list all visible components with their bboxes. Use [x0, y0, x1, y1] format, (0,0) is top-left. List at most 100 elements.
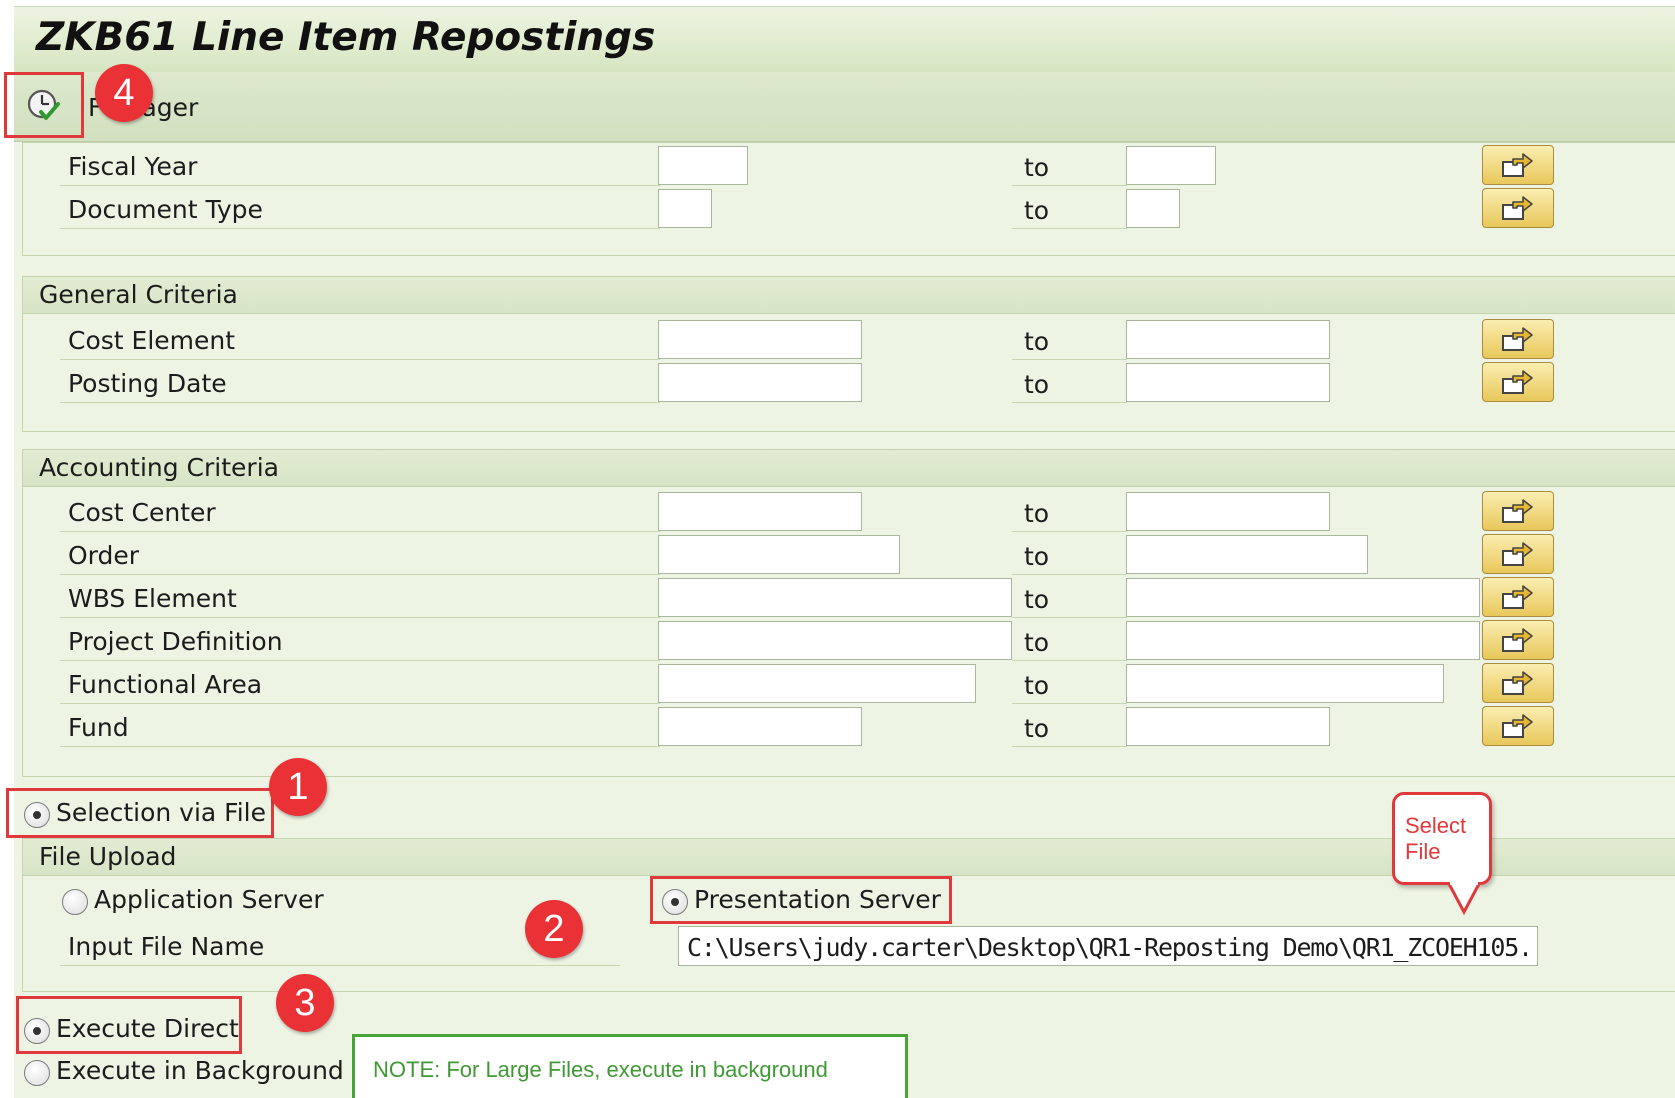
multiple-selection-arrow-icon: [1502, 671, 1533, 695]
multiple-selection-arrow-icon: [1502, 327, 1533, 351]
multiple-selection-arrow-icon: [1502, 714, 1533, 738]
to-label-row: to: [1012, 578, 1127, 618]
document-type-multiple-selection-button[interactable]: [1482, 188, 1554, 228]
highlight-execute-direct: [16, 996, 242, 1054]
order-to-field[interactable]: [1126, 535, 1368, 574]
step-3-badge: 3: [276, 974, 334, 1032]
multiple-selection-arrow-icon: [1502, 196, 1533, 220]
title-bar: ZKB61 Line Item Repostings: [14, 6, 1675, 72]
highlight-presentation-server: [650, 876, 952, 924]
multiple-selection-arrow-icon: [1502, 153, 1533, 177]
to-label: to: [1024, 196, 1050, 225]
application-server-label: Application Server: [94, 885, 324, 914]
accounting-criteria-header: Accounting Criteria: [22, 449, 1675, 487]
wbs-element-from-field[interactable]: [658, 578, 1012, 617]
background-execution-note: NOTE: For Large Files, execute in backgr…: [352, 1034, 908, 1098]
select-file-callout: Select File: [1392, 792, 1492, 885]
cost-center-label: Cost Center: [68, 498, 216, 527]
cost-element-label-row: Cost Element: [60, 320, 660, 360]
multiple-selection-arrow-icon: [1502, 585, 1533, 609]
fund-label-row: Fund: [60, 707, 660, 747]
posting-date-label-row: Posting Date: [60, 363, 660, 403]
functional-area-label: Functional Area: [68, 670, 263, 699]
document-type-label: Document Type: [68, 195, 263, 224]
multiple-selection-arrow-icon: [1502, 370, 1533, 394]
to-label: to: [1024, 327, 1050, 356]
group-title: General Criteria: [39, 280, 238, 309]
fund-to-field[interactable]: [1126, 707, 1330, 746]
to-label-row: to: [1012, 535, 1127, 575]
project-definition-label-row: Project Definition: [60, 621, 660, 661]
posting-date-multiple-selection-button[interactable]: [1482, 362, 1554, 402]
to-label-row: to: [1012, 363, 1127, 403]
cost-center-label-row: Cost Center: [60, 492, 660, 532]
to-label: to: [1024, 153, 1050, 182]
to-label-row: to: [1012, 320, 1127, 360]
to-label: to: [1024, 499, 1050, 528]
multiple-selection-arrow-icon: [1502, 628, 1533, 652]
wbs-element-label: WBS Element: [68, 584, 237, 613]
fund-from-field[interactable]: [658, 707, 862, 746]
order-label: Order: [68, 541, 140, 570]
functional-area-to-field[interactable]: [1126, 664, 1444, 703]
project-definition-from-field[interactable]: [658, 621, 1012, 660]
posting-date-to-field[interactable]: [1126, 363, 1330, 402]
cost-element-from-field[interactable]: [658, 320, 862, 359]
to-label-row: to: [1012, 621, 1127, 661]
functional-area-from-field[interactable]: [658, 664, 976, 703]
fiscal-year-multiple-selection-button[interactable]: [1482, 145, 1554, 185]
cost-center-to-field[interactable]: [1126, 492, 1330, 531]
project-definition-label: Project Definition: [68, 627, 283, 656]
fiscal-year-label: Fiscal Year: [68, 152, 198, 181]
to-label-row: to: [1012, 664, 1127, 704]
fiscal-year-to-field[interactable]: [1126, 146, 1216, 185]
general-criteria-header: General Criteria: [22, 276, 1675, 314]
posting-date-from-field[interactable]: [658, 363, 862, 402]
multiple-selection-arrow-icon: [1502, 499, 1533, 523]
step-2-badge: 2: [525, 900, 583, 958]
cost-element-multiple-selection-button[interactable]: [1482, 319, 1554, 359]
note-text: NOTE: For Large Files, execute in backgr…: [373, 1057, 828, 1082]
order-from-field[interactable]: [658, 535, 900, 574]
page-title: ZKB61 Line Item Repostings: [36, 15, 656, 60]
to-label: to: [1024, 585, 1050, 614]
sap-selection-screen: ZKB61 Line Item Repostings F anager Fisc…: [0, 0, 1675, 1098]
fiscal-year-from-field[interactable]: [658, 146, 748, 185]
multiple-selection-arrow-icon: [1502, 542, 1533, 566]
to-label-row: to: [1012, 189, 1127, 229]
input-file-name-field[interactable]: C:\Users\judy.carter\Desktop\QR1-Reposti…: [678, 926, 1538, 966]
wbs-element-label-row: WBS Element: [60, 578, 660, 618]
fiscal-year-label-row: Fiscal Year: [60, 146, 660, 186]
wbs-element-multiple-selection-button[interactable]: [1482, 577, 1554, 617]
functional-area-multiple-selection-button[interactable]: [1482, 663, 1554, 703]
step-1-badge: 1: [269, 758, 327, 816]
to-label: to: [1024, 714, 1050, 743]
application-toolbar: [14, 72, 1675, 142]
group-title: Accounting Criteria: [39, 453, 279, 482]
execute-in-background-label: Execute in Background: [56, 1056, 344, 1085]
cost-element-label: Cost Element: [68, 326, 236, 355]
to-label: to: [1024, 370, 1050, 399]
to-label-row: to: [1012, 146, 1127, 186]
project-definition-to-field[interactable]: [1126, 621, 1480, 660]
execute-in-background-radio[interactable]: [24, 1060, 50, 1086]
document-type-from-field[interactable]: [658, 189, 712, 228]
wbs-element-to-field[interactable]: [1126, 578, 1480, 617]
fund-multiple-selection-button[interactable]: [1482, 706, 1554, 746]
order-multiple-selection-button[interactable]: [1482, 534, 1554, 574]
callout-pointer: [1446, 882, 1482, 916]
to-label: to: [1024, 542, 1050, 571]
application-server-radio[interactable]: [62, 889, 88, 915]
order-label-row: Order: [60, 535, 660, 575]
to-label: to: [1024, 671, 1050, 700]
project-definition-multiple-selection-button[interactable]: [1482, 620, 1554, 660]
cost-center-from-field[interactable]: [658, 492, 862, 531]
input-file-name-value: C:\Users\judy.carter\Desktop\QR1-Reposti…: [687, 933, 1527, 962]
select-file-callout-text: Select File: [1405, 813, 1467, 864]
cost-center-multiple-selection-button[interactable]: [1482, 491, 1554, 531]
highlight-selection-via-file: [6, 788, 274, 838]
step-4-badge: 4: [95, 64, 153, 122]
to-label-row: to: [1012, 492, 1127, 532]
cost-element-to-field[interactable]: [1126, 320, 1330, 359]
document-type-to-field[interactable]: [1126, 189, 1180, 228]
